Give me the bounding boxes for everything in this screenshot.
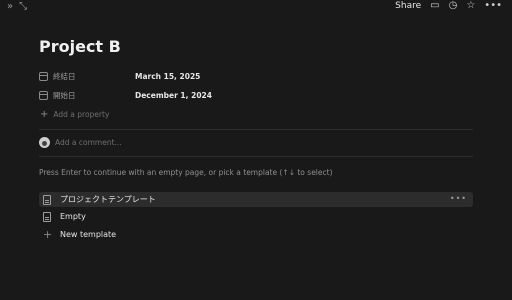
- comment-icon[interactable]: ▭: [430, 1, 439, 11]
- page-title[interactable]: Project B: [39, 37, 121, 56]
- property-value[interactable]: December 1, 2024: [135, 91, 212, 100]
- property-label: 開始日: [53, 90, 76, 100]
- new-template-button[interactable]: + New template: [39, 227, 473, 242]
- property-row-end-date[interactable]: 終結日 March 15, 2025: [39, 69, 479, 83]
- property-row-start-date[interactable]: 開始日 December 1, 2024: [39, 88, 479, 102]
- template-item-project[interactable]: プロジェクトテンプレート •••: [39, 192, 473, 207]
- plus-icon: +: [43, 227, 53, 241]
- template-label: New template: [60, 230, 117, 239]
- divider: [39, 156, 473, 157]
- chevrons-right-icon[interactable]: »: [7, 2, 13, 12]
- top-bar: » ⤡ Share ▭ ◷ ☆ •••: [0, 0, 512, 16]
- comment-row[interactable]: Add a comment...: [39, 137, 122, 148]
- star-icon[interactable]: ☆: [466, 1, 475, 11]
- template-item-empty[interactable]: Empty: [39, 209, 473, 224]
- template-hint: Press Enter to continue with an empty pa…: [39, 168, 333, 177]
- more-icon[interactable]: •••: [450, 194, 467, 203]
- expand-icon[interactable]: ⤡: [19, 2, 27, 12]
- avatar: [39, 137, 50, 148]
- plus-icon: +: [40, 108, 49, 120]
- add-property-label: Add a property: [53, 110, 110, 119]
- top-bar-right: Share ▭ ◷ ☆ •••: [395, 1, 502, 12]
- property-value[interactable]: March 15, 2025: [135, 72, 200, 81]
- page-icon: [43, 211, 51, 222]
- divider: [39, 129, 473, 130]
- share-button[interactable]: Share: [395, 1, 421, 11]
- add-property-button[interactable]: + Add a property: [40, 108, 110, 120]
- comment-input[interactable]: Add a comment...: [55, 138, 122, 147]
- template-label: プロジェクトテンプレート: [60, 195, 156, 204]
- calendar-icon: [39, 71, 48, 81]
- more-icon[interactable]: •••: [484, 1, 502, 11]
- calendar-icon: [39, 90, 48, 100]
- page-icon: [43, 194, 51, 205]
- template-label: Empty: [60, 212, 86, 221]
- top-bar-left: » ⤡: [7, 2, 27, 12]
- history-icon[interactable]: ◷: [449, 1, 458, 11]
- property-label: 終結日: [53, 71, 76, 81]
